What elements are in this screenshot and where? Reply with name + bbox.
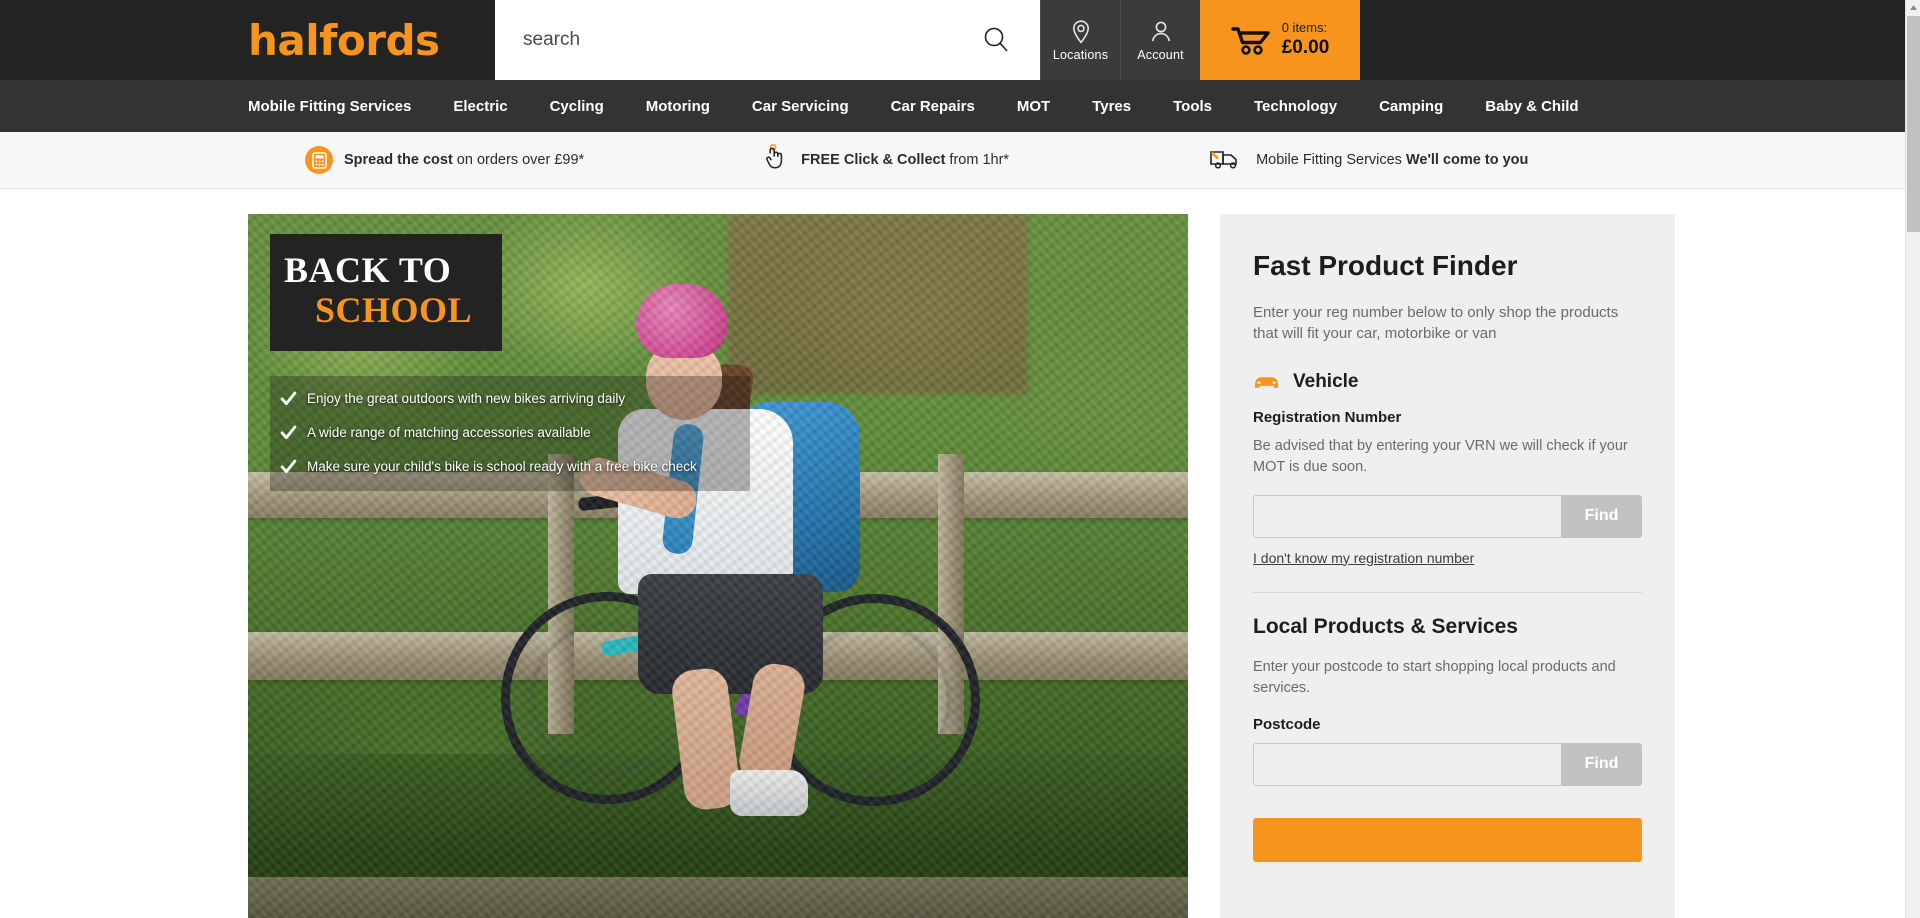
- hero-bullet-text: A wide range of matching accessories ava…: [307, 425, 591, 440]
- promo-spread-the-cost[interactable]: Spread the cost on orders over £99*: [305, 146, 584, 174]
- hero-bullet-item: A wide range of matching accessories ava…: [280, 424, 742, 441]
- promo-van-strong: We'll come to you: [1406, 152, 1528, 168]
- check-icon: [280, 458, 297, 475]
- postcode-input-group: Find: [1253, 743, 1642, 786]
- nav-item-electric[interactable]: Electric: [453, 98, 507, 115]
- registration-helper-text: Be advised that by entering your VRN we …: [1253, 436, 1642, 478]
- vehicle-label: Vehicle: [1293, 371, 1359, 393]
- calculator-icon: [305, 146, 333, 174]
- promo-click-text: FREE Click & Collect from 1hr*: [801, 152, 1009, 168]
- hero-bullet-item: Enjoy the great outdoors with new bikes …: [280, 390, 742, 407]
- fast-product-finder-panel: Fast Product Finder Enter your reg numbe…: [1220, 214, 1675, 918]
- hero-title-line1: BACK TO: [284, 250, 476, 290]
- search-bar: [495, 0, 1040, 80]
- promo-strip: Spread the cost on orders over £99* FREE…: [0, 132, 1920, 189]
- nav-item-car-repairs[interactable]: Car Repairs: [891, 98, 975, 115]
- promo-click-strong: FREE Click & Collect: [801, 152, 945, 168]
- sidebar-divider: [1253, 592, 1642, 593]
- account-tile[interactable]: Account: [1120, 0, 1200, 80]
- scrollbar-thumb[interactable]: [1907, 16, 1920, 232]
- main-content: BACK TO SCHOOL Enjoy the great outdoors …: [0, 189, 1920, 918]
- scroll-up-arrow-icon[interactable]: [1906, 0, 1920, 15]
- van-icon: [1209, 146, 1245, 174]
- promo-spread-rest: on orders over £99*: [453, 152, 584, 168]
- locations-label: Locations: [1053, 48, 1108, 62]
- nav-item-mot[interactable]: MOT: [1017, 98, 1050, 115]
- nav-item-technology[interactable]: Technology: [1254, 98, 1337, 115]
- nav-item-tyres[interactable]: Tyres: [1092, 98, 1131, 115]
- cart-item-count: 0 items:: [1282, 20, 1330, 36]
- page-scrollbar[interactable]: [1905, 0, 1920, 918]
- search-icon[interactable]: [976, 20, 1016, 60]
- nav-item-baby-and-child[interactable]: Baby & Child: [1485, 98, 1578, 115]
- promo-spread-text: Spread the cost on orders over £99*: [344, 152, 584, 168]
- postcode-label: Postcode: [1253, 716, 1642, 733]
- page-root: halfords Locations Account: [0, 0, 1920, 918]
- promo-mobile-fitting[interactable]: Mobile Fitting Services We'll come to yo…: [1209, 146, 1528, 174]
- hero-title-line2: SCHOOL: [284, 290, 476, 330]
- registration-input-group: Find: [1253, 495, 1642, 538]
- nav-item-camping[interactable]: Camping: [1379, 98, 1443, 115]
- nav-item-car-servicing[interactable]: Car Servicing: [752, 98, 849, 115]
- hand-click-icon: [764, 144, 790, 176]
- promo-spread-strong: Spread the cost: [344, 152, 453, 168]
- account-label: Account: [1137, 48, 1184, 62]
- hero-bullet-text: Make sure your child's bike is school re…: [307, 459, 697, 474]
- nav-item-cycling[interactable]: Cycling: [550, 98, 604, 115]
- search-input[interactable]: [523, 29, 976, 51]
- panel-subtitle: Enter your reg number below to only shop…: [1253, 302, 1642, 345]
- promo-click-rest: from 1hr*: [945, 152, 1009, 168]
- nav-item-motoring[interactable]: Motoring: [646, 98, 710, 115]
- vehicle-row: Vehicle: [1253, 371, 1642, 393]
- cart-total: £0.00: [1282, 36, 1330, 60]
- registration-number-label: Registration Number: [1253, 409, 1642, 426]
- registration-input[interactable]: [1253, 495, 1561, 538]
- hero-bullet-item: Make sure your child's bike is school re…: [280, 458, 742, 475]
- panel-title: Fast Product Finder: [1253, 250, 1642, 282]
- promo-van-text: Mobile Fitting Services We'll come to yo…: [1256, 152, 1528, 168]
- postcode-find-button[interactable]: Find: [1561, 743, 1642, 786]
- location-pin-icon: [1069, 19, 1093, 45]
- hero-bullet-list: Enjoy the great outdoors with new bikes …: [270, 376, 750, 491]
- registration-find-button[interactable]: Find: [1561, 495, 1642, 538]
- promo-click-and-collect[interactable]: FREE Click & Collect from 1hr*: [764, 144, 1009, 176]
- nav-item-mobile-fitting-services[interactable]: Mobile Fitting Services: [248, 98, 411, 115]
- hero-bullet-text: Enjoy the great outdoors with new bikes …: [307, 391, 625, 406]
- halfords-logo[interactable]: halfords: [248, 16, 440, 65]
- locations-tile[interactable]: Locations: [1040, 0, 1120, 80]
- no-registration-link[interactable]: I don't know my registration number: [1253, 550, 1474, 566]
- nav-item-tools[interactable]: Tools: [1173, 98, 1212, 115]
- shopping-cart-icon: [1231, 24, 1271, 56]
- sidebar-primary-cta-button[interactable]: [1253, 818, 1642, 862]
- promo-van-lead: Mobile Fitting Services: [1256, 152, 1406, 168]
- logo-wrap: halfords: [0, 0, 495, 80]
- local-products-subtitle: Enter your postcode to start shopping lo…: [1253, 657, 1642, 699]
- cart-tile[interactable]: 0 items: £0.00: [1200, 0, 1360, 80]
- check-icon: [280, 390, 297, 407]
- postcode-input[interactable]: [1253, 743, 1561, 786]
- check-icon: [280, 424, 297, 441]
- header-filler: [1360, 0, 1920, 80]
- main-navigation: Mobile Fitting Services Electric Cycling…: [0, 80, 1920, 132]
- hero-title-badge: BACK TO SCHOOL: [270, 234, 502, 351]
- site-header: halfords Locations Account: [0, 0, 1920, 80]
- local-products-title: Local Products & Services: [1253, 615, 1642, 639]
- car-icon: [1253, 373, 1280, 391]
- hero-banner[interactable]: BACK TO SCHOOL Enjoy the great outdoors …: [248, 214, 1188, 918]
- account-person-icon: [1149, 19, 1173, 45]
